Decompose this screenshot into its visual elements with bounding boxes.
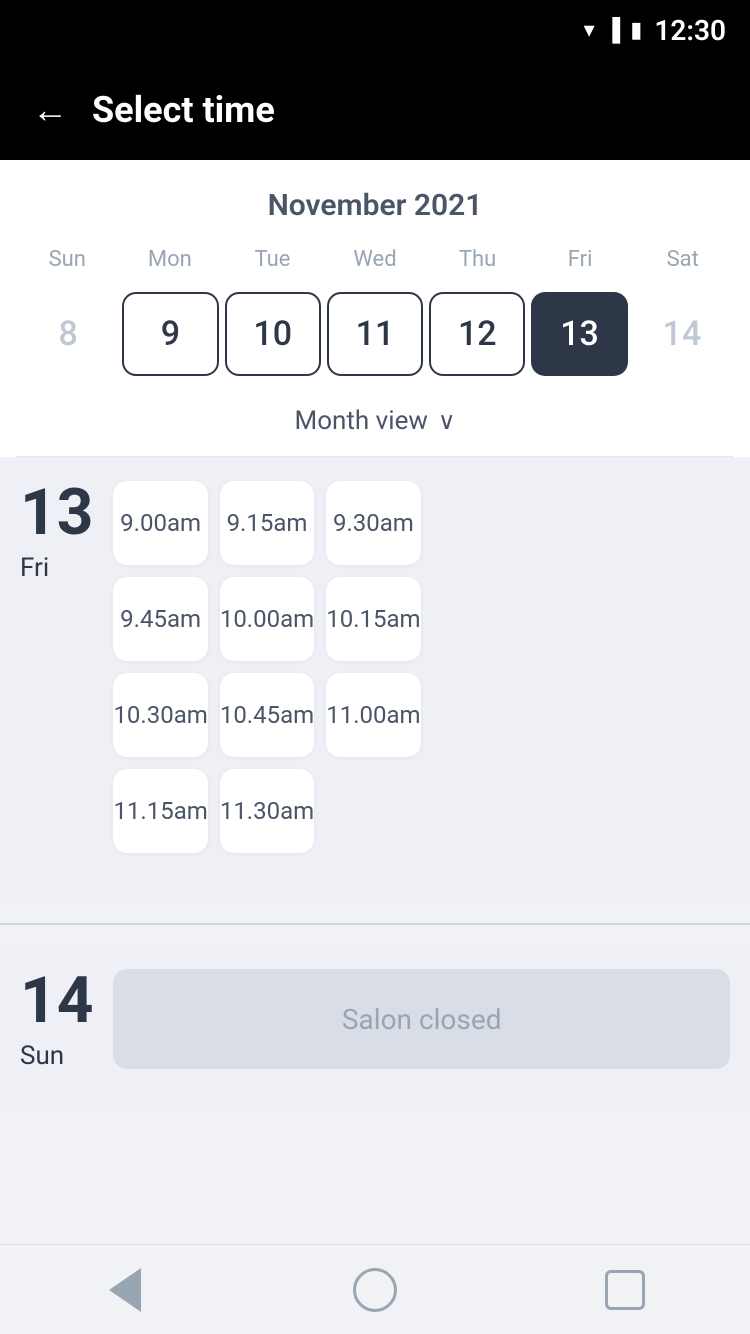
recent-square-icon bbox=[605, 1270, 645, 1310]
nav-recent-button[interactable] bbox=[595, 1260, 655, 1320]
wifi-icon: ▾ bbox=[584, 18, 595, 43]
time-grid: 9.00am 9.15am 9.30am 9.45am 10.00am 10.1… bbox=[113, 481, 420, 853]
month-year-label: November 2021 bbox=[16, 188, 734, 223]
section-divider bbox=[0, 923, 750, 925]
weekday-wed: Wed bbox=[324, 243, 427, 276]
salon-closed-label: Salon closed bbox=[342, 1003, 502, 1036]
header: ← Select time bbox=[0, 60, 750, 160]
back-button[interactable]: ← bbox=[32, 92, 68, 128]
bottom-nav bbox=[0, 1244, 750, 1334]
closed-section: 14 Sun Salon closed bbox=[0, 945, 750, 1111]
time-slot-900am[interactable]: 9.00am bbox=[113, 481, 207, 565]
weekday-row: Sun Mon Tue Wed Thu Fri Sat bbox=[16, 243, 734, 276]
day-info-13: 13 Fri bbox=[20, 481, 93, 583]
closed-day-name: Sun bbox=[20, 1041, 93, 1071]
date-cell-11[interactable]: 11 bbox=[327, 292, 423, 376]
time-slot-1015am[interactable]: 10.15am bbox=[326, 577, 420, 661]
time-slot-1115am[interactable]: 11.15am bbox=[113, 769, 207, 853]
date-cell-12[interactable]: 12 bbox=[429, 292, 525, 376]
date-cell-8[interactable]: 8 bbox=[20, 292, 116, 376]
weekday-fri: Fri bbox=[529, 243, 632, 276]
salon-closed-box: Salon closed bbox=[113, 969, 730, 1069]
back-triangle-icon bbox=[109, 1268, 141, 1312]
closed-row-14: 14 Sun Salon closed bbox=[20, 969, 730, 1071]
chevron-down-icon: ∨ bbox=[438, 407, 456, 435]
time-slot-1100am[interactable]: 11.00am bbox=[326, 673, 420, 757]
time-slot-1130am[interactable]: 11.30am bbox=[220, 769, 314, 853]
home-circle-icon bbox=[353, 1268, 397, 1312]
time-slot-945am[interactable]: 9.45am bbox=[113, 577, 207, 661]
weekday-sat: Sat bbox=[631, 243, 734, 276]
month-view-toggle[interactable]: Month view ∨ bbox=[16, 392, 734, 457]
battery-icon: ▮ bbox=[630, 18, 642, 43]
weekday-mon: Mon bbox=[119, 243, 222, 276]
page-title: Select time bbox=[92, 89, 275, 131]
signal-icon: ▐ bbox=[605, 17, 621, 43]
time-slot-1000am[interactable]: 10.00am bbox=[220, 577, 314, 661]
day-header-13: 13 Fri 9.00am 9.15am 9.30am 9.45am 10.00… bbox=[20, 481, 730, 853]
date-cell-13[interactable]: 13 bbox=[531, 292, 627, 376]
date-cell-10[interactable]: 10 bbox=[225, 292, 321, 376]
status-bar: ▾ ▐ ▮ 12:30 bbox=[0, 0, 750, 60]
time-slot-1045am[interactable]: 10.45am bbox=[220, 673, 314, 757]
day-name-13: Fri bbox=[20, 553, 93, 583]
day-number-13: 13 bbox=[20, 481, 93, 545]
time-slot-1030am[interactable]: 10.30am bbox=[113, 673, 207, 757]
weekday-sun: Sun bbox=[16, 243, 119, 276]
date-cell-14[interactable]: 14 bbox=[634, 292, 730, 376]
nav-back-button[interactable] bbox=[95, 1260, 155, 1320]
weekday-tue: Tue bbox=[221, 243, 324, 276]
month-view-label: Month view bbox=[295, 406, 428, 436]
time-slot-915am[interactable]: 9.15am bbox=[220, 481, 314, 565]
date-cell-9[interactable]: 9 bbox=[122, 292, 218, 376]
time-slots-section: 13 Fri 9.00am 9.15am 9.30am 9.45am 10.00… bbox=[0, 457, 750, 903]
day-info-14: 14 Sun bbox=[20, 969, 93, 1071]
weekday-thu: Thu bbox=[426, 243, 529, 276]
status-time: 12:30 bbox=[654, 14, 726, 47]
date-row: 8 9 10 11 12 13 14 bbox=[16, 284, 734, 392]
closed-day-number: 14 bbox=[20, 969, 93, 1033]
time-slot-930am[interactable]: 9.30am bbox=[326, 481, 420, 565]
calendar-section: November 2021 Sun Mon Tue Wed Thu Fri Sa… bbox=[0, 160, 750, 457]
status-icons: ▾ ▐ ▮ bbox=[584, 17, 643, 43]
nav-home-button[interactable] bbox=[345, 1260, 405, 1320]
